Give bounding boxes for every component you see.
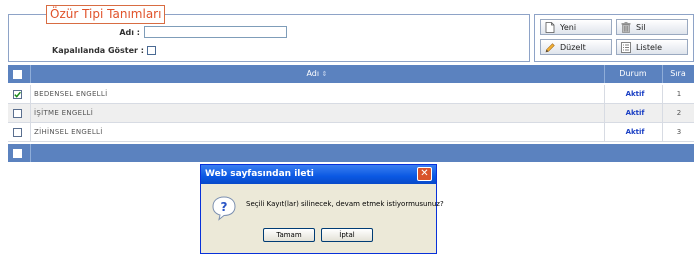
row-checkbox[interactable] bbox=[13, 128, 22, 137]
svg-text:?: ? bbox=[221, 200, 228, 214]
dialog-message: Seçili Kayıt(lar) silinecek, devam etmek… bbox=[246, 200, 444, 208]
list-button[interactable]: Listele bbox=[616, 39, 688, 55]
column-header-name-label: Adı bbox=[306, 69, 320, 78]
column-header-status: Durum bbox=[619, 69, 647, 78]
pencil-icon bbox=[545, 42, 555, 52]
delete-button[interactable]: Sil bbox=[616, 19, 688, 35]
name-label: Adı : bbox=[119, 28, 140, 37]
show-closed-checkbox[interactable] bbox=[147, 46, 156, 55]
new-button-label: Yeni bbox=[560, 22, 577, 32]
row-order: 3 bbox=[676, 128, 682, 136]
column-header-name[interactable]: Adı ⇕ bbox=[30, 65, 604, 83]
name-input[interactable] bbox=[144, 26, 287, 38]
trash-icon bbox=[621, 21, 631, 33]
select-all-checkbox[interactable] bbox=[13, 70, 22, 79]
row-status[interactable]: Aktif bbox=[608, 85, 662, 104]
row-order: 1 bbox=[676, 90, 682, 98]
ok-button[interactable]: Tamam bbox=[263, 228, 315, 242]
column-header-order: Sıra bbox=[670, 69, 686, 78]
edit-button[interactable]: Düzelt bbox=[540, 39, 612, 55]
sort-icon: ⇕ bbox=[321, 70, 328, 78]
new-button[interactable]: Yeni bbox=[540, 19, 612, 35]
table-row[interactable]: İŞİTME ENGELLİ Aktif 2 bbox=[8, 104, 694, 123]
edit-button-label: Düzelt bbox=[560, 42, 586, 52]
list-icon bbox=[621, 41, 631, 53]
delete-button-label: Sil bbox=[636, 22, 646, 32]
new-document-icon bbox=[545, 21, 555, 33]
table-row[interactable]: ZİHİNSEL ENGELLİ Aktif 3 bbox=[8, 123, 694, 142]
row-status[interactable]: Aktif bbox=[608, 104, 662, 123]
dialog-title: Web sayfasından ileti bbox=[201, 165, 436, 184]
row-checkbox[interactable] bbox=[13, 109, 22, 118]
table-row[interactable]: BEDENSEL ENGELLİ Aktif 1 bbox=[8, 85, 694, 104]
page-title: Özür Tipi Tanımları bbox=[46, 5, 166, 24]
question-icon: ? bbox=[212, 196, 236, 221]
row-name: ZİHİNSEL ENGELLİ bbox=[34, 128, 103, 136]
list-button-label: Listele bbox=[636, 42, 663, 52]
row-order: 2 bbox=[676, 109, 682, 117]
footer-checkbox[interactable] bbox=[13, 149, 22, 158]
grid-header: Adı ⇕ Durum Sıra bbox=[8, 65, 694, 83]
close-icon[interactable]: ✕ bbox=[417, 167, 432, 181]
row-status[interactable]: Aktif bbox=[608, 123, 662, 142]
row-checkbox[interactable] bbox=[13, 90, 22, 99]
row-name: İŞİTME ENGELLİ bbox=[34, 109, 94, 117]
confirm-dialog: Web sayfasından ileti ✕ ? Seçili Kayıt(l… bbox=[200, 164, 444, 254]
checkmark-icon bbox=[14, 91, 21, 98]
grid-footer bbox=[8, 144, 694, 162]
cancel-button[interactable]: İptal bbox=[321, 228, 373, 242]
row-name: BEDENSEL ENGELLİ bbox=[34, 90, 108, 98]
show-closed-label: Kapalılanda Göster : bbox=[52, 46, 144, 55]
